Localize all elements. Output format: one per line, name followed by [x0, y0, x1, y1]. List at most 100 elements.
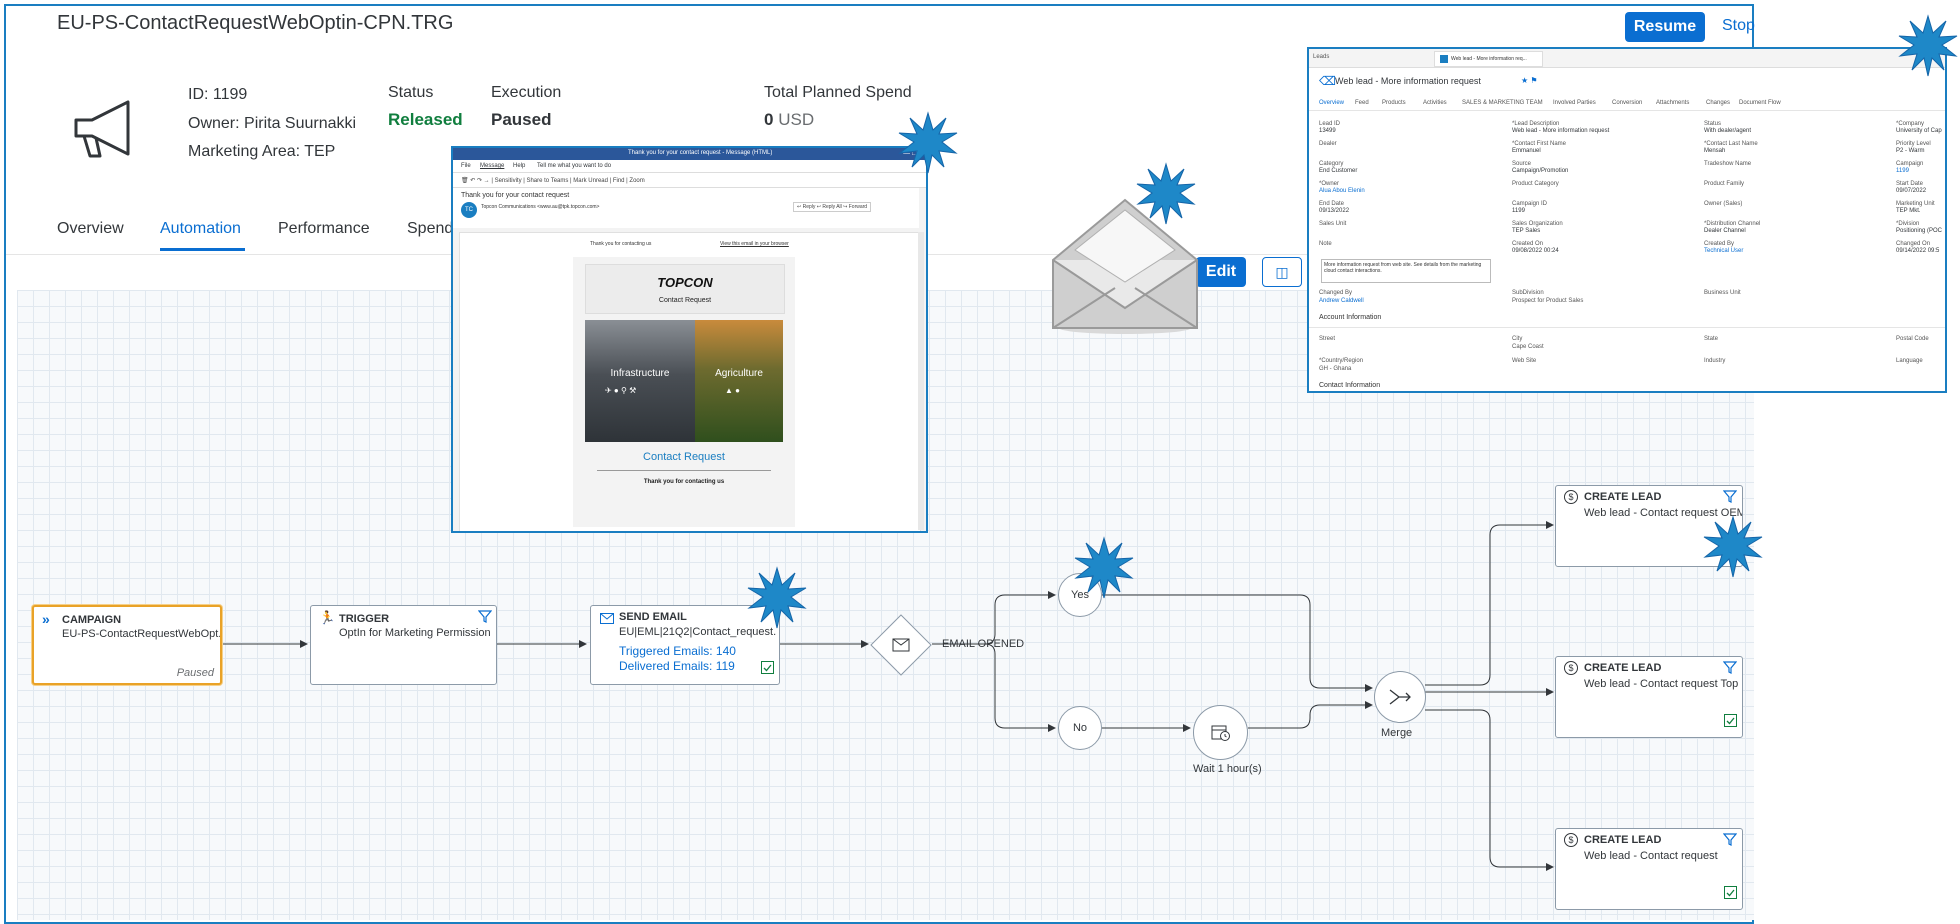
email-titlebar: Thank you for your contact request - Mes…: [453, 148, 926, 160]
runner-icon: 🏃: [319, 610, 336, 625]
lead-detail-window[interactable]: Leads Web lead - More information req...…: [1307, 47, 1947, 393]
trigger-node-title: TRIGGER: [339, 613, 390, 625]
business-unit-label: Business Unit: [1704, 290, 1741, 296]
menu-message[interactable]: Message: [480, 163, 504, 169]
lead-field-label: *Distribution Channel: [1704, 221, 1761, 227]
email-window-title: Thank you for your contact request - Mes…: [628, 150, 773, 156]
email-thanks-small: Thank you for contacting us: [590, 241, 652, 247]
lead-field-label: Note: [1319, 241, 1332, 247]
menu-file[interactable]: File: [461, 163, 471, 169]
lead-field-value: Campaign/Promotion: [1512, 168, 1569, 174]
lead-tab-activities[interactable]: Activities: [1423, 100, 1447, 106]
lead-field-label: Lead ID: [1319, 121, 1341, 127]
create-lead-node-topcon[interactable]: $ CREATE LEAD Web lead - Contact request…: [1555, 656, 1743, 738]
infrastructure-image: Infrastructure ✈ ● ⚲ ⚒: [585, 320, 695, 442]
lead-field-label: Sales Unit: [1319, 221, 1347, 227]
no-branch[interactable]: No: [1058, 706, 1102, 750]
lead-note-text[interactable]: More information request from web site. …: [1321, 259, 1491, 283]
infrastructure-icons: ✈ ● ⚲ ⚒: [605, 386, 637, 395]
lead-field-label: Product Category: [1512, 181, 1559, 187]
lead-field-value: 13499: [1319, 128, 1336, 134]
view-in-browser-link[interactable]: View this email in your browser: [720, 241, 789, 247]
email-subject: Thank you for your contact request: [461, 192, 570, 199]
topcon-logo: TOPCON: [657, 275, 713, 290]
lead-tab-conversion[interactable]: Conversion: [1612, 100, 1642, 106]
create-lead-node-generic[interactable]: $ CREATE LEAD Web lead - Contact request: [1555, 828, 1743, 910]
postal-code-label: Postal Code: [1896, 336, 1929, 342]
tab-leads[interactable]: Leads: [1313, 54, 1329, 60]
delivered-emails[interactable]: Delivered Emails: 119: [619, 659, 735, 673]
lead-field-label: Tradeshow Name: [1704, 161, 1752, 167]
lead-field-value: With dealer/agent: [1704, 128, 1752, 134]
country-label: *Country/Region: [1319, 358, 1364, 364]
lead-field-value: Alua Abou Elenin: [1319, 188, 1365, 194]
email-scrollbar[interactable]: [918, 232, 924, 530]
wait-label: Wait 1 hour(s): [1193, 763, 1262, 775]
send-email-text: EU|EML|21Q2|Contact_request...: [619, 626, 777, 638]
create-lead-title: CREATE LEAD: [1584, 662, 1662, 674]
lead-field-label: Marketing Unit: [1896, 201, 1935, 207]
website-label: Web Site: [1512, 358, 1537, 364]
changed-by-value[interactable]: Andrew Caldwell: [1319, 298, 1364, 304]
checklist-icon: [1724, 886, 1737, 904]
lead-field-label: Sales Organization: [1512, 221, 1563, 227]
create-lead-title: CREATE LEAD: [1584, 834, 1662, 846]
logo-subtitle: Contact Request: [658, 297, 712, 304]
back-icon[interactable]: ⌫: [1319, 74, 1336, 88]
lead-tab-overview[interactable]: Overview: [1319, 100, 1344, 106]
filter-icon: [477, 609, 493, 628]
email-opened-decision[interactable]: [870, 614, 932, 676]
infrastructure-label: Infrastructure: [610, 368, 670, 379]
lead-field-label: Campaign ID: [1512, 201, 1548, 207]
email-preview-window[interactable]: Thank you for your contact request - Mes…: [451, 146, 928, 533]
lead-tab-attachments[interactable]: Attachments: [1656, 100, 1689, 106]
lead-tab-products[interactable]: Products: [1382, 100, 1406, 106]
state-label: State: [1704, 336, 1719, 342]
decision-label: EMAIL OPENED: [942, 638, 1025, 650]
lead-field-label: Status: [1704, 121, 1722, 127]
lead-tab-changes[interactable]: Changes: [1706, 100, 1730, 106]
yes-branch[interactable]: Yes: [1058, 573, 1102, 617]
ribbon-icons: 🗑 ↶ ↷ → | Sensitivity | Share to Teams |…: [461, 178, 645, 184]
merge-node[interactable]: [1374, 671, 1426, 723]
contact-request-heading: Contact Request: [643, 451, 725, 463]
merge-label: Merge: [1381, 727, 1413, 739]
campaign-node[interactable]: » CAMPAIGN EU-PS-ContactRequestWebOpt...…: [32, 605, 222, 685]
lead-field-value: 09/07/2022: [1896, 188, 1927, 194]
lead-field-label: *Contact Last Name: [1704, 141, 1758, 147]
reply-buttons[interactable]: ↩ Reply ↩ Reply All ↪ Forward: [793, 202, 872, 212]
email-thanks: Thank you for contacting us: [643, 479, 725, 485]
email-body: Thank you for contacting us View this em…: [459, 232, 921, 531]
lead-tab-sales-team[interactable]: SALES & MARKETING TEAM: [1462, 100, 1543, 106]
email-ribbon[interactable]: 🗑 ↶ ↷ → | Sensitivity | Share to Teams |…: [453, 173, 926, 188]
lead-field-label: *Owner: [1319, 181, 1340, 187]
tell-me-search[interactable]: Tell me what you want to do: [537, 163, 611, 169]
lead-field-label: *Lead Description: [1512, 121, 1560, 127]
trigger-node[interactable]: 🏃 TRIGGER OptIn for Marketing Permission: [310, 605, 497, 685]
tab-web-lead[interactable]: Web lead - More information req...: [1434, 51, 1543, 67]
lead-tab-bar: Leads Web lead - More information req...: [1309, 49, 1945, 68]
lead-tab-document-flow[interactable]: Document Flow: [1739, 100, 1781, 106]
street-label: Street: [1319, 336, 1336, 342]
favorite-icon[interactable]: ★ ⚑: [1521, 76, 1538, 85]
lead-tab-involved-parties[interactable]: Involved Parties: [1553, 100, 1596, 106]
create-lead-node-oem[interactable]: $ CREATE LEAD Web lead - Contact request…: [1555, 485, 1743, 567]
lead-tab-feed[interactable]: Feed: [1355, 100, 1369, 106]
lead-field-value: 09/08/2022 00:24: [1512, 248, 1559, 254]
lead-tabs: Overview Feed Products Activities SALES …: [1309, 97, 1945, 111]
triggered-emails[interactable]: Triggered Emails: 140: [619, 644, 736, 658]
dollar-icon: $: [1564, 661, 1578, 675]
send-email-node[interactable]: SEND EMAIL EU|EML|21Q2|Contact_request..…: [590, 605, 780, 685]
window-controls-icon[interactable]: — □ ✕: [903, 149, 924, 157]
lead-field-label: End Date: [1319, 201, 1345, 207]
lead-field-value: 09/14/2022 09:5: [1896, 248, 1940, 254]
email-logo-box: TOPCON Contact Request: [585, 264, 785, 314]
menu-help[interactable]: Help: [513, 163, 525, 169]
lead-field-value: 1199: [1896, 168, 1909, 174]
language-label: Language: [1896, 358, 1923, 364]
lead-field-label: Source: [1512, 161, 1532, 167]
create-lead-text: Web lead - Contact request: [1584, 850, 1718, 862]
wait-node[interactable]: [1193, 705, 1248, 760]
lead-field-value: Mensah: [1704, 148, 1726, 154]
email-content: TOPCON Contact Request Infrastructure ✈ …: [573, 257, 795, 527]
